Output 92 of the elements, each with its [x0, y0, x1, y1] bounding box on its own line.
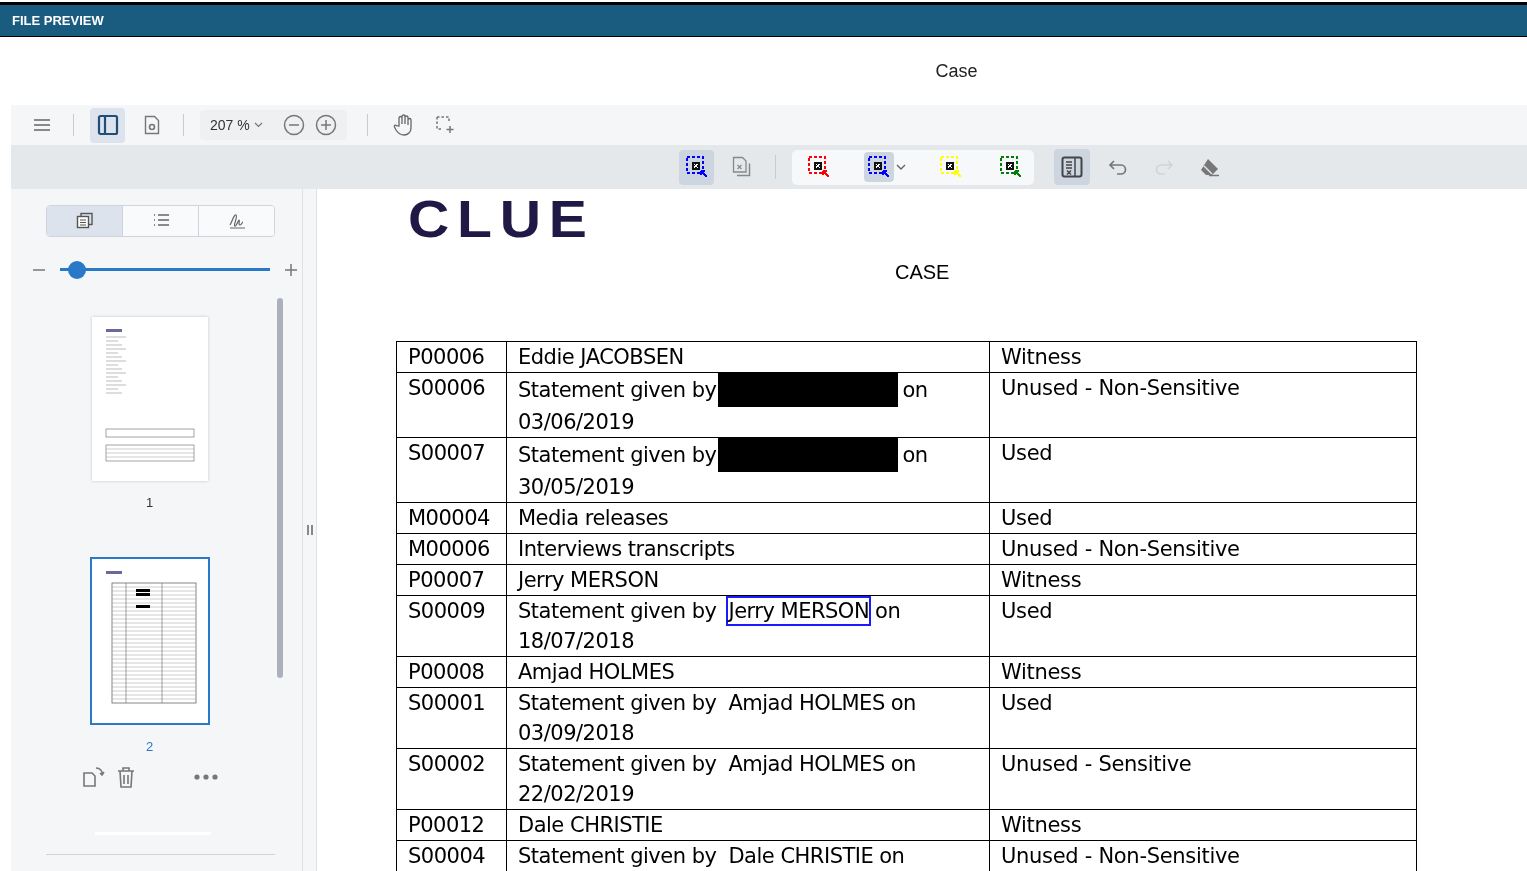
document-gear-icon: [144, 115, 160, 135]
dropdown-caret[interactable]: [896, 164, 906, 170]
chevron-down-icon: [253, 122, 263, 128]
zoom-out-button[interactable]: [282, 114, 305, 136]
table-cell: Media releases: [506, 502, 990, 534]
table-text: Statement given by: [518, 442, 717, 469]
logo: CLUE: [408, 191, 595, 247]
table-text: on: [890, 690, 916, 717]
table-text: on: [875, 598, 901, 625]
table-text: 22/02/2019: [518, 781, 636, 808]
table-cell: Jerry MERSON: [506, 564, 990, 596]
table-cell: P00007: [396, 564, 507, 596]
thumbnails-icon: [75, 212, 94, 230]
table-text: 03/06/2019: [518, 409, 636, 436]
table-cell: Witness: [989, 341, 1417, 373]
table-text: Dale CHRISTIE: [727, 843, 875, 870]
sidebar-icon: [96, 114, 119, 136]
table-cell: Interviews transcripts: [506, 533, 990, 565]
table-text: on: [890, 751, 916, 778]
selected-redaction-area[interactable]: Jerry MERSON: [726, 596, 872, 626]
page-number: 1: [145, 494, 154, 512]
table-cell: Witness: [989, 564, 1417, 596]
rotate-page-button[interactable]: [81, 766, 106, 788]
sidebar-tab[interactable]: [122, 206, 198, 236]
table-text: Amjad HOLMES: [727, 751, 886, 778]
more-options-button[interactable]: [193, 774, 218, 780]
page-number: 2: [145, 737, 154, 756]
scrollbar[interactable]: [277, 298, 283, 678]
table-cell: S00006: [396, 372, 507, 438]
table-cell: Eddie JACOBSEN: [506, 341, 990, 373]
table-cell: Used: [989, 437, 1417, 503]
table-text: Amjad HOLMES: [727, 690, 886, 717]
redaction-panel-button[interactable]: [1054, 149, 1090, 185]
table-text: Statement given by: [518, 598, 717, 625]
zoom-out-icon: [282, 114, 305, 136]
table-text: Statement given by: [518, 843, 717, 870]
table-cell: Witness: [989, 656, 1417, 688]
table-cell: P00012: [396, 809, 507, 841]
header-title: FILE PREVIEW: [12, 11, 104, 30]
delete-page-button[interactable]: [115, 766, 136, 788]
table-text: on: [902, 442, 928, 469]
document-heading: CASE: [895, 260, 950, 285]
redaction-area-icon: [685, 156, 708, 178]
table-cell: Witness: [989, 809, 1417, 841]
redact-tool-button[interactable]: [679, 149, 714, 185]
trash-icon: [115, 766, 136, 788]
table-cell: M00006: [396, 533, 507, 565]
table-cell: P00006: [396, 341, 507, 373]
table-text: 30/05/2019: [518, 474, 636, 501]
rotate-page-icon: [81, 766, 106, 788]
table-cell: S00001: [396, 687, 507, 749]
panel-list-icon: [1061, 156, 1083, 178]
table-cell: Unused - Non-Sensitive: [989, 372, 1417, 438]
table-text: Statement given by: [518, 751, 717, 778]
table-text: Statement given by: [518, 377, 717, 404]
hand-icon: [392, 114, 413, 136]
table-cell: Amjad HOLMES: [506, 656, 990, 688]
table-text: 18/07/2018: [518, 628, 636, 655]
page-thumbnail[interactable]: [89, 556, 210, 725]
document-title: Case: [935, 59, 978, 83]
zoom-in-icon: [314, 114, 337, 136]
table-cell: S00002: [396, 748, 507, 810]
table-cell: M00004: [396, 502, 507, 534]
table-cell: Dale CHRISTIE: [506, 809, 990, 841]
signature-icon: [227, 212, 246, 230]
table-cell: S00004: [396, 840, 507, 871]
more-icon: [193, 774, 218, 780]
table-cell: P00008: [396, 656, 507, 688]
table-text: on: [879, 843, 905, 870]
undo-icon: [1108, 159, 1128, 175]
plus-icon: [285, 264, 297, 276]
page-thumbnail[interactable]: [91, 317, 208, 481]
slider-thumb[interactable]: [67, 261, 86, 279]
table-cell: Used: [989, 595, 1417, 657]
table-text: Statement given by: [518, 690, 717, 717]
table-cell: S00007: [396, 437, 507, 503]
table-cell: Used: [989, 502, 1417, 534]
table-text: on: [902, 377, 928, 404]
table-cell: Unused - Sensitive: [989, 748, 1417, 810]
table-cell: Used: [989, 687, 1417, 749]
sidebar-tab[interactable]: [47, 206, 122, 236]
area-select-icon: [434, 115, 455, 135]
documents-icon: [731, 156, 752, 178]
sidebar-toggle-button[interactable]: [90, 107, 125, 143]
table-cell: S00009: [396, 595, 507, 657]
table-text: 03/09/2018: [518, 720, 636, 747]
drag-handle-icon: [306, 525, 313, 535]
zoom-in-button[interactable]: [314, 114, 337, 136]
eraser-icon: [1199, 157, 1221, 177]
menu-icon: [33, 118, 51, 132]
chevron-down-icon: [896, 164, 906, 170]
table-cell: Unused - Non-Sensitive: [989, 533, 1417, 565]
